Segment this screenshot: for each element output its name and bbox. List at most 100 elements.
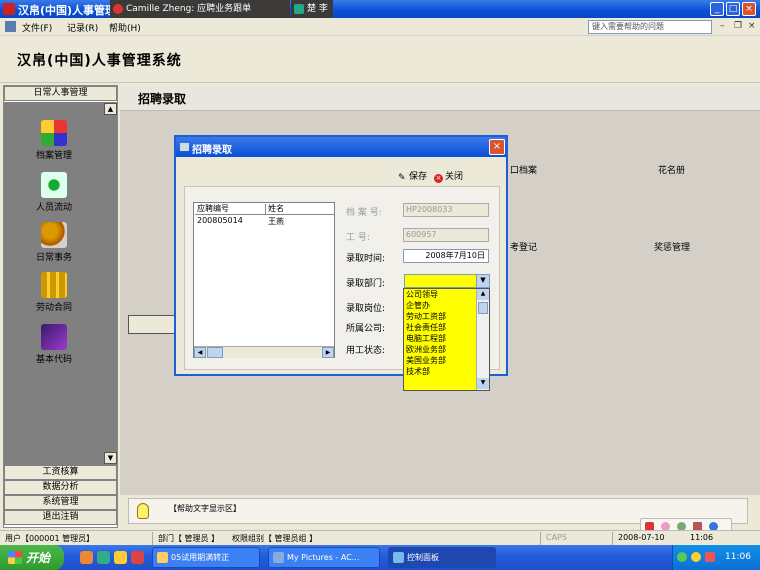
dept-option[interactable]: 技术部 <box>406 367 430 377</box>
mdi-close-button[interactable]: × <box>748 21 756 31</box>
dept-option[interactable]: 美国业务部 <box>406 356 446 366</box>
scroll-down-button[interactable]: ▼ <box>477 378 489 389</box>
grid-cell-name[interactable]: 王燕 <box>268 216 284 227</box>
chevron-down-icon[interactable]: ▼ <box>476 275 489 287</box>
task-control-panel[interactable]: 控制面板 <box>388 547 496 568</box>
grid-header-name[interactable]: 姓名 <box>266 204 334 215</box>
sidebar-scroll-up[interactable]: ▲ <box>104 103 117 115</box>
sidebar-item-label: 人员流动 <box>35 203 72 213</box>
dept-dropdown-list[interactable]: 公司领导 企管办 劳动工资部 社会责任部 电脑工程部 欧洲业务部 美国业务部 技… <box>403 288 490 391</box>
applicant-grid[interactable]: 应聘编号 姓名 200805014 王燕 ◀ ▶ <box>193 202 335 358</box>
status-bar: 用户【000001 管理员】 部门【 管理员 】 权限组别【 管理员组 】 CA… <box>0 530 760 545</box>
scroll-left-button[interactable]: ◀ <box>194 347 206 358</box>
dept-option[interactable]: 公司领导 <box>406 290 438 300</box>
sidebar-section-salary[interactable]: 工资核算 <box>4 465 117 480</box>
maximize-button[interactable]: □ <box>726 2 740 16</box>
bg-link-archive[interactable]: 口档案 <box>510 163 537 176</box>
help-text: 【帮助文字显示区】 <box>169 504 241 513</box>
grid-hscroll[interactable]: ◀ ▶ <box>194 346 334 358</box>
task-label: 05试用期满转正 <box>171 553 230 562</box>
employee-no-field[interactable]: 600957 <box>403 228 489 242</box>
bg-link-roster[interactable]: 花名册 <box>658 163 685 176</box>
sidebar-section-logout[interactable]: 退出注销 <box>4 510 117 525</box>
start-button[interactable]: 开始 <box>0 545 64 570</box>
quicklaunch-icon[interactable] <box>114 551 127 564</box>
sidebar-section-analysis[interactable]: 数据分析 <box>4 480 117 495</box>
sidebar-section-daily[interactable]: 日常人事管理 <box>4 86 117 101</box>
dialog-close-button[interactable]: × <box>489 139 505 155</box>
clock[interactable]: 11:06 <box>725 552 751 562</box>
quicklaunch-icon[interactable] <box>97 551 110 564</box>
archive-no-field[interactable]: HP2008033 <box>403 203 489 217</box>
quicklaunch-icon[interactable] <box>131 551 144 564</box>
dept-option[interactable]: 社会责任部 <box>406 323 446 333</box>
overlay-task-label: Camille Zheng: 应聘业务跟单 <box>126 4 252 14</box>
sidebar-item-archive[interactable]: 档案管理 <box>4 120 104 161</box>
dialog-title-bar: 招聘录取 × <box>176 137 506 157</box>
task-my-pictures[interactable]: My Pictures - AC... <box>268 547 380 568</box>
sidebar-item-label: 基本代码 <box>35 355 72 365</box>
dropdown-scrollbar[interactable]: ▲ ▼ <box>476 289 489 390</box>
bg-link-attendance[interactable]: 考登记 <box>510 240 537 253</box>
gears-icon <box>41 222 67 248</box>
chart-icon <box>41 324 67 350</box>
sidebar-section-system[interactable]: 系统管理 <box>4 495 117 510</box>
sidebar-item-contract[interactable]: 劳动合同 <box>4 272 104 313</box>
dept-label: 录取部门: <box>346 279 386 289</box>
task-probation[interactable]: 05试用期满转正 <box>152 547 260 568</box>
dept-option[interactable]: 劳动工资部 <box>406 312 446 322</box>
overlay-task-camille[interactable]: Camille Zheng: 应聘业务跟单 <box>110 0 290 18</box>
content-header: 招聘录取 <box>120 85 760 111</box>
help-search-input[interactable]: 键入需要帮助的问题 <box>588 20 712 34</box>
close-circle-icon: × <box>434 174 443 183</box>
dept-option[interactable]: 欧洲业务部 <box>406 345 446 355</box>
grid-header-id[interactable]: 应聘编号 <box>195 204 266 215</box>
mdi-restore-button[interactable]: ❐ <box>734 21 742 31</box>
tray-icon[interactable] <box>677 552 687 562</box>
taskbar: 开始 05试用期满转正 My Pictures - AC... 控制面板 11:… <box>0 545 760 570</box>
mdi-minimize-button[interactable]: – <box>720 21 725 31</box>
sidebar-item-label: 劳动合同 <box>35 303 72 313</box>
dept-select[interactable]: ▼ <box>404 274 490 288</box>
dept-option[interactable]: 企管办 <box>406 301 430 311</box>
system-tray: 11:06 <box>672 545 760 570</box>
control-panel-icon <box>393 552 404 563</box>
save-button[interactable]: ✎ 保存 <box>398 169 428 183</box>
bg-link-rewards[interactable]: 奖惩管理 <box>654 240 690 253</box>
document-icon <box>5 21 16 32</box>
dept-option[interactable]: 电脑工程部 <box>406 334 446 344</box>
close-label: 关闭 <box>445 172 464 182</box>
chat-icon <box>113 4 123 14</box>
status-user: 用户【000001 管理员】 <box>5 534 95 543</box>
status-group: 权限组别【 管理员组 】 <box>232 534 318 543</box>
form-icon <box>180 143 189 151</box>
status-separator <box>152 532 153 545</box>
close-form-button[interactable]: × 关闭 <box>434 169 463 183</box>
sidebar-item-codes[interactable]: 基本代码 <box>4 324 104 365</box>
tray-icon[interactable] <box>705 552 715 562</box>
pen-icon: ✎ <box>398 173 406 183</box>
scroll-up-button[interactable]: ▲ <box>477 289 489 300</box>
start-label: 开始 <box>26 551 51 565</box>
sidebar-scroll-down[interactable]: ▼ <box>104 452 117 464</box>
scroll-right-button[interactable]: ▶ <box>322 347 334 358</box>
scroll-thumb[interactable] <box>478 302 488 314</box>
tray-icon[interactable] <box>691 552 701 562</box>
dots-grid-icon <box>41 172 67 198</box>
close-button[interactable]: × <box>742 2 756 16</box>
position-label: 录取岗位: <box>346 304 386 314</box>
menu-record[interactable]: 记录(R) <box>67 21 98 34</box>
recruit-dialog: 招聘录取 × ✎ 保存 × 关闭 应聘编号 姓名 200805014 王燕 ◀ ▶ … <box>174 135 508 391</box>
save-label: 保存 <box>409 172 428 182</box>
grid-cell-id[interactable]: 200805014 <box>197 216 243 225</box>
overlay-task-li[interactable]: 楚 李 <box>291 0 333 18</box>
sidebar-item-flow[interactable]: 人员流动 <box>4 172 104 213</box>
scroll-thumb[interactable] <box>207 347 223 358</box>
menu-file[interactable]: 文件(F) <box>22 21 52 34</box>
sidebar-item-affairs[interactable]: 日常事务 <box>4 222 104 263</box>
quicklaunch-icon[interactable] <box>80 551 93 564</box>
hire-date-field[interactable]: 2008年7月10日 <box>403 249 489 263</box>
status-date: 2008-07-10 <box>618 533 665 542</box>
menu-help[interactable]: 帮助(H) <box>109 21 141 34</box>
minimize-button[interactable]: _ <box>710 2 724 16</box>
